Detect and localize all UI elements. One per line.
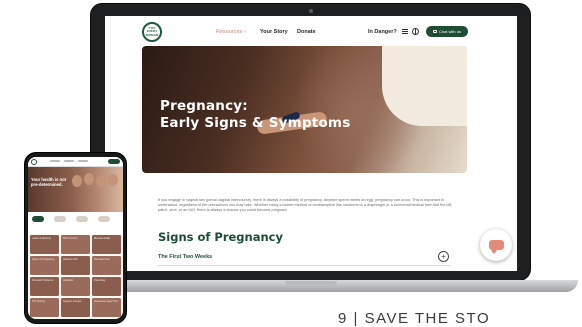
nav-in-danger[interactable]: In Danger? bbox=[368, 29, 397, 35]
chat-bubble-icon bbox=[488, 240, 504, 250]
accordion-title[interactable]: The First Two Weeks bbox=[158, 254, 212, 260]
phone-category-pill[interactable] bbox=[32, 216, 44, 222]
globe-icon[interactable] bbox=[412, 28, 419, 35]
phone-card[interactable]: Support Groups bbox=[61, 298, 90, 317]
phone-hero-title: Your health is not pre-determined. bbox=[31, 177, 67, 187]
nav-donate[interactable]: Donate bbox=[297, 29, 316, 35]
phone-card[interactable]: Mental Health bbox=[92, 235, 121, 254]
phone-screen: Your health is not pre-determined. Labor… bbox=[28, 157, 123, 319]
phone-logo[interactable] bbox=[31, 159, 37, 165]
phone-card-grid: Labor & Delivery Birth Control Mental He… bbox=[30, 235, 121, 317]
phone-hero-face bbox=[84, 173, 94, 185]
phone-card[interactable]: Prenatal Care bbox=[92, 256, 121, 275]
phone-chat-button[interactable] bbox=[108, 159, 120, 164]
phone-category-pill[interactable] bbox=[54, 216, 66, 222]
section-title: Signs of Pregnancy bbox=[158, 230, 283, 244]
phone-hero-face bbox=[96, 175, 106, 187]
phone-card[interactable]: Parenting bbox=[92, 277, 121, 296]
article-intro: If you engage in vaginal sex (penal-vagi… bbox=[158, 198, 453, 213]
logo-text: YOU EVERY WOMAN bbox=[145, 26, 159, 37]
phone-nav-link[interactable] bbox=[78, 160, 88, 162]
hero-title-line1: Pregnancy: bbox=[160, 98, 248, 114]
phone-category-strip bbox=[28, 212, 123, 234]
chat-icon bbox=[432, 30, 437, 33]
nav-resources[interactable]: Resources › bbox=[216, 29, 246, 35]
phone-hero-face bbox=[108, 174, 118, 186]
phone-card[interactable]: Signs of Pregnancy bbox=[30, 256, 59, 275]
site-logo[interactable]: YOU EVERY WOMAN bbox=[142, 22, 162, 42]
camera-dot bbox=[309, 9, 313, 13]
phone-card[interactable]: Labor & Delivery bbox=[30, 235, 59, 254]
chat-with-us-button[interactable]: Chat with us bbox=[426, 26, 468, 37]
nav-your-story[interactable]: Your Story bbox=[260, 29, 288, 35]
phone-header bbox=[28, 157, 123, 167]
divider bbox=[158, 265, 450, 266]
phone-hero: Your health is not pre-determined. bbox=[28, 167, 123, 212]
floating-chat-button[interactable] bbox=[480, 229, 512, 261]
hero-title-line2: Early Signs & Symptoms bbox=[160, 115, 351, 131]
phone-nav-link[interactable] bbox=[64, 160, 74, 162]
hero-banner: Pregnancy: Early Signs & Symptoms bbox=[142, 46, 467, 173]
site-header: YOU EVERY WOMAN Resources › Your Story D… bbox=[105, 16, 517, 48]
phone-card[interactable]: STI Testing bbox=[30, 298, 59, 317]
phone-card[interactable]: Birth Control bbox=[61, 235, 90, 254]
phone-card[interactable]: Abortion Info bbox=[61, 256, 90, 275]
laptop-notch bbox=[285, 281, 337, 285]
laptop-screen: YOU EVERY WOMAN Resources › Your Story D… bbox=[105, 16, 517, 271]
chat-button-label: Chat with us bbox=[438, 29, 461, 34]
phone-hero-face bbox=[72, 175, 82, 187]
phone-card[interactable]: Domestic Violence bbox=[30, 277, 59, 296]
expand-button[interactable]: + bbox=[438, 251, 449, 262]
phone-category-pill[interactable] bbox=[76, 216, 88, 222]
phone-card[interactable]: Adoption bbox=[61, 277, 90, 296]
menu-icon[interactable] bbox=[402, 29, 408, 34]
hero-sleeve bbox=[382, 46, 467, 126]
phone-nav-link[interactable] bbox=[50, 160, 60, 162]
phone-category-pill[interactable] bbox=[98, 216, 110, 222]
hero-title: Pregnancy: Early Signs & Symptoms bbox=[160, 98, 350, 132]
phone-card[interactable]: Resources Near You bbox=[92, 298, 121, 317]
page-caption: 9 | SAVE THE STO bbox=[338, 310, 491, 327]
